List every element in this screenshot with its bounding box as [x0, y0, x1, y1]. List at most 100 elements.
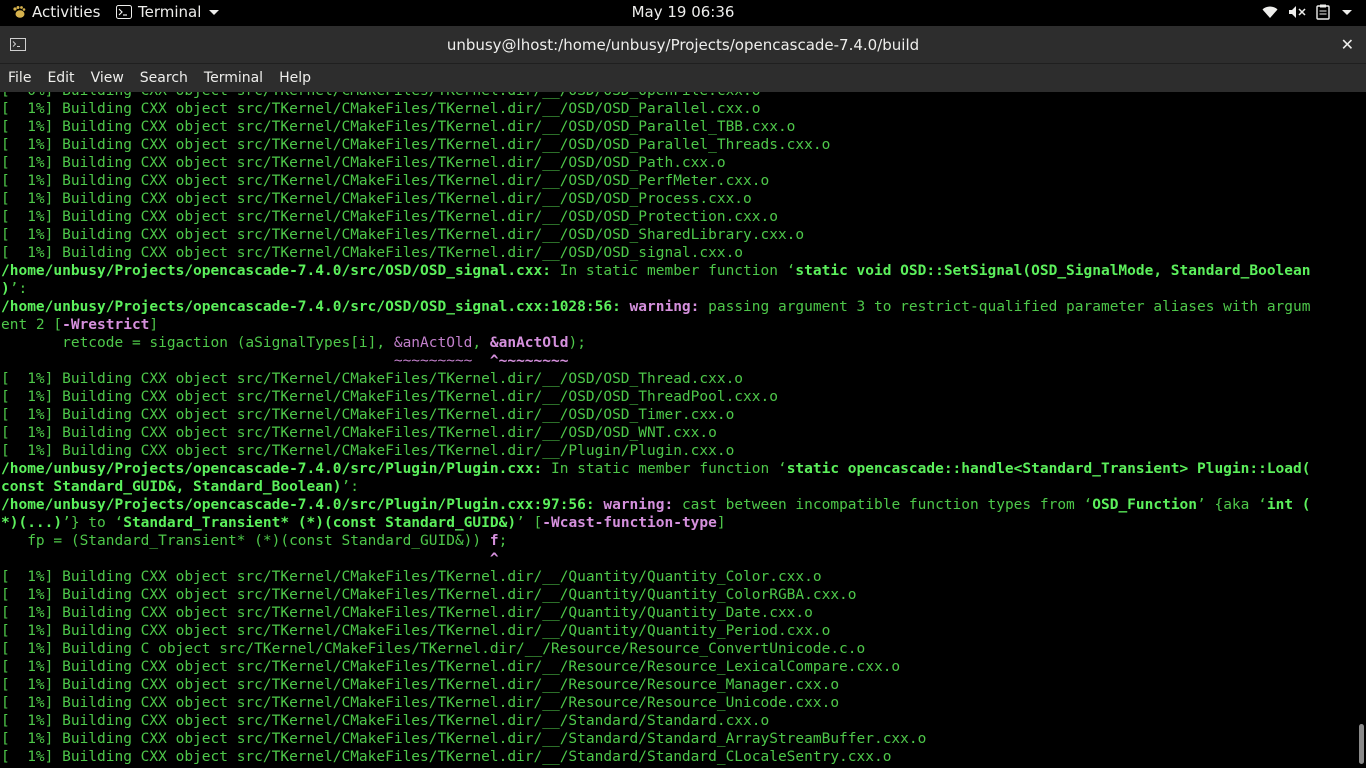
- terminal-text-segment: [ 1%] Building C object src/TKernel/CMak…: [1, 641, 866, 657]
- terminal-line: [ 1%] Building CXX object src/TKernel/CM…: [1, 172, 1353, 190]
- terminal-text-segment: [ 1%] Building CXX object src/TKernel/CM…: [1, 371, 744, 387]
- terminal-text-segment: In static member function ‘: [550, 263, 796, 279]
- terminal-line: [ 1%] Building CXX object src/TKernel/CM…: [1, 154, 1353, 172]
- terminal-line: [ 1%] Building CXX object src/TKernel/CM…: [1, 406, 1353, 424]
- terminal-text-segment: ’:: [341, 479, 359, 495]
- terminal-text-segment: ]: [149, 317, 159, 333]
- terminal-line: [ 1%] Building CXX object src/TKernel/CM…: [1, 370, 1353, 388]
- terminal-line: /home/unbusy/Projects/opencascade-7.4.0/…: [1, 262, 1353, 280]
- terminal-text-segment: ’:: [9, 281, 28, 297]
- menu-terminal[interactable]: Terminal: [196, 70, 271, 86]
- terminal-text-segment: ;: [498, 533, 508, 549]
- terminal-text-segment: /home/unbusy/Projects/opencascade-7.4.0/…: [1, 263, 551, 279]
- scrollbar-thumb[interactable]: [1359, 724, 1364, 764]
- terminal-text-segment: OSD_Function: [1092, 497, 1198, 513]
- terminal-text-segment: [ 1%] Building CXX object src/TKernel/CM…: [1, 245, 744, 261]
- terminal-text-segment: [ 1%] Building CXX object src/TKernel/CM…: [1, 443, 735, 459]
- terminal-text-segment: [ 1%] Building CXX object src/TKernel/CM…: [1, 695, 840, 711]
- menu-file[interactable]: File: [0, 70, 39, 86]
- terminal-line: [ 1%] Building CXX object src/TKernel/CM…: [1, 442, 1353, 460]
- terminal-text-segment: [ 1%] Building CXX object src/TKernel/CM…: [1, 407, 735, 423]
- close-icon[interactable]: ✕: [1341, 35, 1354, 54]
- terminal-line: [ 1%] Building C object src/TKernel/CMak…: [1, 640, 1353, 658]
- menu-search[interactable]: Search: [132, 70, 196, 86]
- terminal-text-segment: [ 1%] Building CXX object src/TKernel/CM…: [1, 587, 857, 603]
- terminal-line: const Standard_GUID&, Standard_Boolean)’…: [1, 478, 1353, 496]
- terminal-scrollbar[interactable]: [1356, 92, 1366, 768]
- terminal-line: ent 2 [-Wrestrict]: [1, 316, 1353, 334]
- activities-button[interactable]: Activities: [12, 3, 100, 21]
- terminal-line: [ 1%] Building CXX object src/TKernel/CM…: [1, 586, 1353, 604]
- gnome-top-bar: Activities Terminal May 19 06:36: [0, 0, 1366, 26]
- terminal-line: /home/unbusy/Projects/opencascade-7.4.0/…: [1, 460, 1353, 478]
- terminal-text-segment: ]: [716, 515, 726, 531]
- terminal-text-segment: /home/unbusy/Projects/opencascade-7.4.0/…: [1, 461, 543, 477]
- terminal-text-segment: &anActOld: [489, 335, 569, 351]
- terminal-text-segment: [ 1%] Building CXX object src/TKernel/CM…: [1, 569, 822, 585]
- terminal-text-segment: warning:: [594, 497, 682, 513]
- terminal-line: [ 1%] Building CXX object src/TKernel/CM…: [1, 658, 1353, 676]
- terminal-line: retcode = sigaction (aSignalTypes[i], &a…: [1, 334, 1353, 352]
- terminal-text-segment: fp = (Standard_Transient* (*)(const Stan…: [1, 533, 490, 549]
- terminal-line: [ 1%] Building CXX object src/TKernel/CM…: [1, 694, 1353, 712]
- terminal-line: [ 1%] Building CXX object src/TKernel/CM…: [1, 622, 1353, 640]
- terminal-line: [ 1%] Building CXX object src/TKernel/CM…: [1, 712, 1353, 730]
- menu-help[interactable]: Help: [271, 70, 319, 86]
- terminal-text-segment: [ 1%] Building CXX object src/TKernel/CM…: [1, 227, 805, 243]
- terminal-text-segment: /home/unbusy/Projects/opencascade-7.4.0/…: [1, 497, 595, 513]
- terminal-text-segment: ’} to ‘: [62, 515, 124, 531]
- terminal-output[interactable]: [ 0%] Building CXX object src/TKernel/CM…: [0, 92, 1356, 768]
- terminal-line: [ 1%] Building CXX object src/TKernel/CM…: [1, 100, 1353, 118]
- terminal-line: [ 1%] Building CXX object src/TKernel/CM…: [1, 388, 1353, 406]
- system-tray[interactable]: [1262, 4, 1352, 20]
- terminal-text-segment: );: [568, 335, 586, 351]
- terminal-text-segment: [ 1%] Building CXX object src/TKernel/CM…: [1, 605, 813, 621]
- terminal-line: [ 0%] Building CXX object src/TKernel/CM…: [1, 92, 1353, 100]
- terminal-text-segment: static opencascade::handle<Standard_Tran…: [786, 461, 1311, 477]
- volume-muted-icon: [1289, 6, 1306, 18]
- terminal-text-segment: ’ {aka ‘: [1197, 497, 1267, 513]
- terminal-line: [ 1%] Building CXX object src/TKernel/CM…: [1, 118, 1353, 136]
- terminal-text-segment: cast between incompatible function types…: [681, 497, 1093, 513]
- terminal-text-segment: [ 0%] Building CXX object src/TKernel/CM…: [1, 92, 761, 99]
- menu-bar: File Edit View Search Terminal Help: [0, 64, 1366, 92]
- wifi-icon: [1262, 6, 1278, 18]
- terminal-text-segment: [ 1%] Building CXX object src/TKernel/CM…: [1, 101, 761, 117]
- terminal-text-segment: ’ [: [516, 515, 543, 531]
- menu-view[interactable]: View: [83, 70, 132, 86]
- terminal-text-segment: [ 1%] Building CXX object src/TKernel/CM…: [1, 677, 840, 693]
- terminal-text-segment: ^~~~~~~~~: [489, 353, 569, 369]
- terminal-text-segment: ^: [1, 551, 499, 567]
- terminal-line: [ 1%] Building CXX object src/TKernel/CM…: [1, 244, 1353, 262]
- terminal-text-segment: ent 2 [: [1, 317, 63, 333]
- terminal-line: [ 1%] Building CXX object src/TKernel/CM…: [1, 424, 1353, 442]
- window-title-bar[interactable]: unbusy@lhost:/home/unbusy/Projects/openc…: [0, 26, 1366, 64]
- terminal-text-segment: [ 1%] Building CXX object src/TKernel/CM…: [1, 425, 717, 441]
- terminal-text-segment: [ 1%] Building CXX object src/TKernel/CM…: [1, 389, 778, 405]
- terminal-line: fp = (Standard_Transient* (*)(const Stan…: [1, 532, 1353, 550]
- terminal-text-segment: -Wrestrict: [62, 317, 150, 333]
- app-menu-label: Terminal: [138, 3, 202, 21]
- terminal-line: /home/unbusy/Projects/opencascade-7.4.0/…: [1, 496, 1353, 514]
- terminal-text-segment: [ 1%] Building CXX object src/TKernel/CM…: [1, 713, 770, 729]
- terminal-app-icon: [116, 5, 132, 19]
- terminal-text-segment: f: [489, 533, 499, 549]
- terminal-text-segment: [ 1%] Building CXX object src/TKernel/CM…: [1, 137, 831, 153]
- terminal-text-segment: *)(...): [1, 515, 63, 531]
- clock-button[interactable]: May 19 06:36: [632, 3, 735, 21]
- terminal-line: *)(...)’} to ‘Standard_Transient* (*)(co…: [1, 514, 1353, 532]
- menu-edit[interactable]: Edit: [39, 70, 82, 86]
- clipboard-icon: [1316, 4, 1330, 20]
- terminal-text-segment: ,: [472, 335, 490, 351]
- terminal-text-segment: int (: [1266, 497, 1311, 513]
- terminal-line: ~~~~~~~~~ ^~~~~~~~~: [1, 352, 1353, 370]
- terminal-text-segment: [ 1%] Building CXX object src/TKernel/CM…: [1, 731, 927, 747]
- app-menu-button[interactable]: Terminal: [116, 3, 220, 21]
- terminal-text-segment: In static member function ‘: [542, 461, 787, 477]
- terminal-text-segment: passing argument 3 to restrict-qualified…: [708, 299, 1311, 315]
- terminal-line: /home/unbusy/Projects/opencascade-7.4.0/…: [1, 298, 1353, 316]
- terminal-text-segment: [ 1%] Building CXX object src/TKernel/CM…: [1, 749, 892, 765]
- window-title: unbusy@lhost:/home/unbusy/Projects/openc…: [446, 36, 920, 54]
- terminal-text-segment: Standard_Transient* (*)(const Standard_G…: [123, 515, 517, 531]
- terminal-line: [ 1%] Building CXX object src/TKernel/CM…: [1, 226, 1353, 244]
